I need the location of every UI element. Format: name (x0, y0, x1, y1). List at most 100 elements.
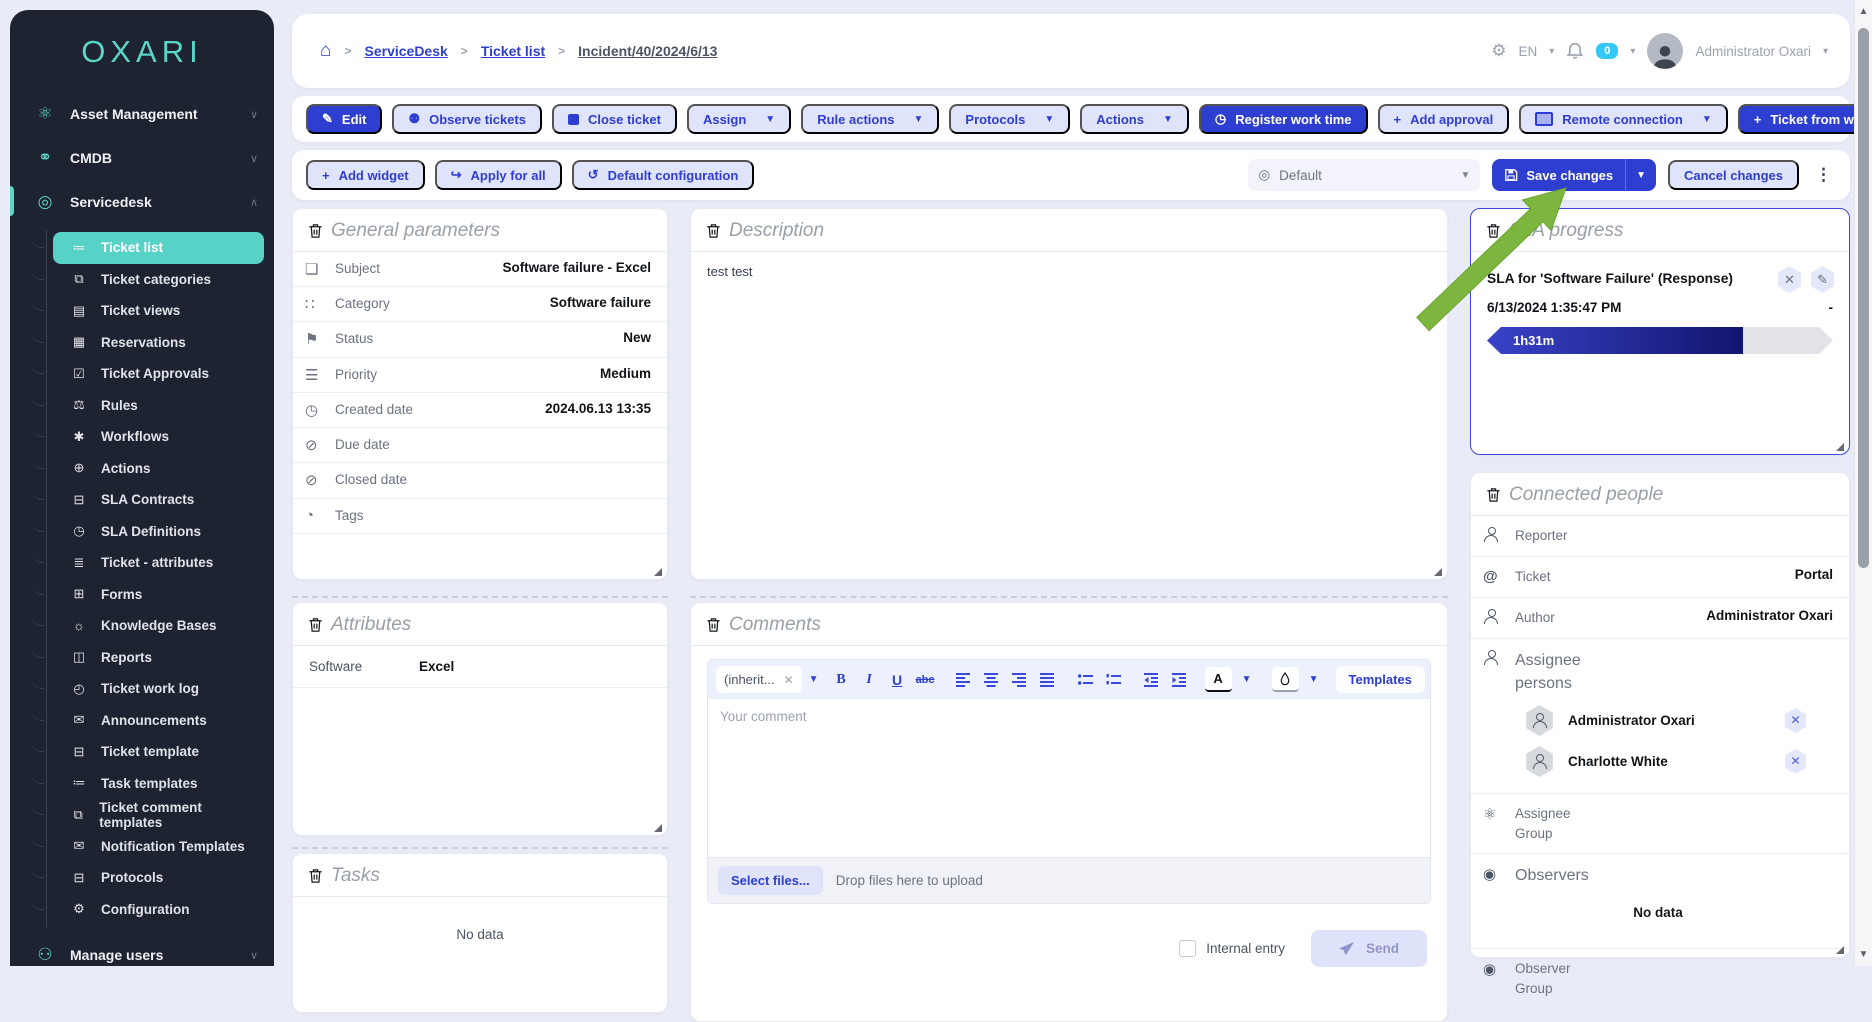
observe-tickets-button[interactable]: ⚉Observe tickets (392, 104, 542, 134)
chevron-down-icon[interactable]: ▾ (1630, 46, 1635, 57)
sidebar-subitem[interactable]: ≔ Ticket list (53, 232, 264, 264)
assignee-group-row[interactable]: ⚛ Assignee Group (1471, 794, 1849, 854)
strikethrough-button[interactable]: abc (913, 667, 938, 692)
sidebar-subitem[interactable]: ≔ Task templates (53, 768, 264, 800)
sidebar-item-servicedesk[interactable]: ◎ Servicedesk ∧ (10, 180, 274, 224)
trash-icon[interactable] (1485, 222, 1502, 240)
trash-icon[interactable] (307, 616, 324, 634)
send-button[interactable]: Send (1311, 930, 1427, 967)
align-right-button[interactable] (1007, 667, 1032, 692)
sidebar-subitem[interactable]: ⊟ Ticket template (53, 736, 264, 768)
indent-button[interactable] (1167, 667, 1192, 692)
breadcrumb-link-ticket-list[interactable]: Ticket list (481, 43, 545, 59)
numbered-list-button[interactable] (1101, 667, 1126, 692)
actions-dropdown-button[interactable]: Actions▼ (1080, 104, 1189, 134)
chevron-down-icon[interactable]: ▾ (1823, 46, 1828, 57)
sidebar-subitem[interactable]: ☼ Knowledge Bases (53, 610, 264, 642)
sidebar-subitem[interactable]: ▦ Reservations (53, 327, 264, 359)
text-color-button[interactable]: A (1205, 667, 1232, 692)
clear-font-icon[interactable]: ✕ (784, 673, 794, 687)
trash-icon[interactable] (1485, 486, 1502, 504)
file-upload-zone[interactable]: Select files... Drop files here to uploa… (708, 857, 1430, 903)
avatar[interactable] (1647, 33, 1683, 69)
trash-icon[interactable] (705, 616, 722, 634)
align-center-button[interactable] (979, 667, 1004, 692)
add-widget-button[interactable]: +Add widget (306, 160, 425, 190)
sidebar-subitem[interactable]: ◴ Ticket work log (53, 673, 264, 705)
default-configuration-button[interactable]: ↺Default configuration (572, 160, 755, 190)
parameter-row[interactable]: ⚑ Status New (293, 322, 667, 357)
italic-button[interactable]: I (857, 667, 882, 692)
scroll-down-icon[interactable]: ▼ (1855, 949, 1872, 960)
align-justify-button[interactable] (1035, 667, 1060, 692)
edit-button[interactable]: ✎Edit (306, 104, 382, 134)
underline-button[interactable]: U (885, 667, 910, 692)
text-color-caret[interactable]: ▼ (1235, 666, 1259, 693)
sidebar-item-cmdb[interactable]: ⚭ CMDB ∨ (10, 136, 274, 180)
sidebar-subitem[interactable]: ◷ SLA Definitions (53, 516, 264, 548)
reporter-row[interactable]: Reporter (1471, 516, 1849, 557)
ticket-from-warehouse-button[interactable]: +Ticket from warehouse (1738, 104, 1872, 134)
highlight-color-caret[interactable]: ▼ (1302, 666, 1326, 693)
bell-icon[interactable] (1566, 42, 1584, 60)
font-family-select[interactable]: (inherit... ✕ (716, 666, 802, 693)
more-options-icon[interactable]: ⋮ (1811, 165, 1836, 185)
observer-group-row[interactable]: ◉ Observer Group (1471, 949, 1849, 1008)
remove-assignee-button[interactable]: ✕ (1784, 708, 1807, 733)
sidebar-subitem[interactable]: ⧉ Ticket comment templates (53, 799, 264, 831)
sidebar-subitem[interactable]: ⚙ Configuration (53, 894, 264, 926)
sidebar-subitem[interactable]: ◫ Reports (53, 642, 264, 674)
cancel-changes-button[interactable]: Cancel changes (1668, 160, 1799, 190)
align-left-button[interactable] (951, 667, 976, 692)
rule-actions-dropdown-button[interactable]: Rule actions▼ (801, 104, 939, 134)
highlight-color-button[interactable] (1272, 667, 1299, 692)
scrollbar-thumb[interactable] (1858, 28, 1869, 568)
sidebar-subitem[interactable]: ⊟ Protocols (53, 862, 264, 894)
parameter-row[interactable]: ⊘ Due date (293, 428, 667, 463)
comment-input[interactable]: Your comment (708, 699, 1430, 857)
sidebar-subitem[interactable]: ☑ Ticket Approvals (53, 358, 264, 390)
save-options-caret[interactable]: ▼ (1625, 159, 1656, 191)
sidebar-subitem[interactable]: ⚖ Rules (53, 390, 264, 422)
outdent-button[interactable] (1139, 667, 1164, 692)
parameter-row[interactable]: ◷ Created date 2024.06.13 13:35 (293, 393, 667, 428)
home-icon[interactable]: ⌂ (320, 40, 331, 62)
bold-button[interactable]: B (829, 667, 854, 692)
sidebar-subitem[interactable]: ≣ Ticket - attributes (53, 547, 264, 579)
select-files-button[interactable]: Select files... (718, 866, 823, 895)
sidebar-subitem[interactable]: ⊞ Forms (53, 579, 264, 611)
parameter-row[interactable]: ◔ Tags (293, 499, 667, 534)
sidebar-subitem[interactable]: ✱ Workflows (53, 421, 264, 453)
sidebar-item-manage-users[interactable]: ⚇ Manage users ∨ (10, 933, 274, 966)
sidebar-subitem[interactable]: ⧉ Ticket categories (53, 264, 264, 296)
parameter-row[interactable]: ∷ Category Software failure (293, 287, 667, 322)
sidebar-subitem[interactable]: ⊕ Actions (53, 453, 264, 485)
trash-icon[interactable] (705, 222, 722, 240)
internal-entry-checkbox[interactable] (1179, 940, 1196, 957)
resize-handle[interactable] (1836, 946, 1844, 954)
remote-connection-dropdown-button[interactable]: Remote connection▼ (1519, 104, 1728, 134)
sidebar-subitem[interactable]: ✉ Announcements (53, 705, 264, 737)
resize-handle[interactable] (654, 568, 662, 576)
edit-sla-button[interactable]: ✎ (1810, 266, 1835, 293)
user-name[interactable]: Administrator Oxari (1695, 44, 1811, 59)
remove-assignee-button[interactable]: ✕ (1784, 749, 1807, 774)
parameter-row[interactable]: ☰ Priority Medium (293, 358, 667, 393)
language-selector[interactable]: EN (1518, 44, 1537, 59)
remove-sla-button[interactable]: ✕ (1777, 266, 1802, 293)
save-changes-button[interactable]: Save changes ▼ (1492, 159, 1656, 191)
scroll-up-icon[interactable]: ▲ (1855, 6, 1872, 17)
sidebar-subitem[interactable]: ▤ Ticket views (53, 295, 264, 327)
trash-icon[interactable] (307, 222, 324, 240)
page-scrollbar[interactable]: ▲ ▼ (1854, 0, 1872, 966)
apply-for-all-button[interactable]: ↪Apply for all (435, 160, 562, 190)
breadcrumb-link-servicedesk[interactable]: ServiceDesk (365, 43, 448, 59)
settings-gear-icon[interactable]: ⚙ (1491, 41, 1506, 61)
font-family-caret[interactable]: ▼ (809, 666, 819, 693)
assign-dropdown-button[interactable]: Assign▼ (687, 104, 791, 134)
resize-handle[interactable] (1434, 568, 1442, 576)
add-approval-button[interactable]: +Add approval (1378, 104, 1510, 134)
resize-handle[interactable] (654, 824, 662, 832)
sidebar-subitem[interactable]: ⊟ SLA Contracts (53, 484, 264, 516)
resize-handle[interactable] (1836, 443, 1844, 451)
